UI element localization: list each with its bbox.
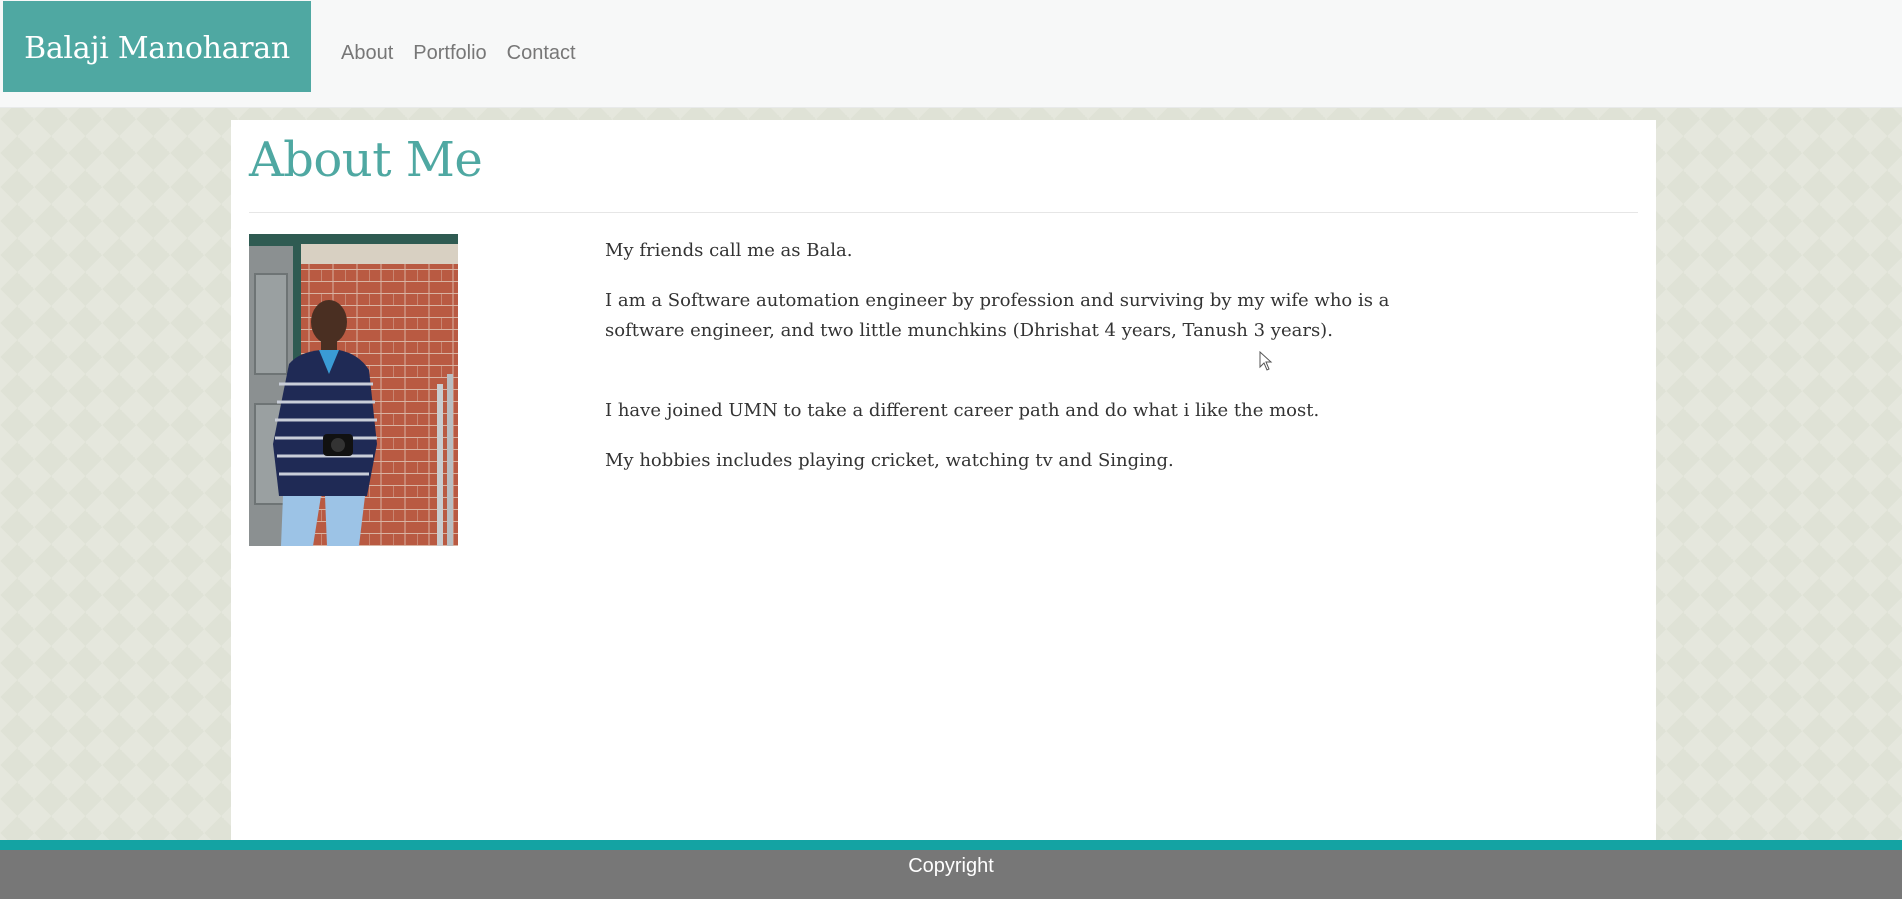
mouse-pointer-icon bbox=[1259, 351, 1273, 371]
profile-photo bbox=[249, 234, 458, 546]
bio-text: My friends call me as Bala. I am a Softw… bbox=[605, 236, 1405, 496]
nav-link-portfolio[interactable]: Portfolio bbox=[413, 42, 486, 65]
profile-photo-graphic bbox=[249, 234, 458, 546]
content-panel: About Me My friends call me as Bala. I a… bbox=[231, 120, 1656, 840]
bio-paragraph-4: My hobbies includes playing cricket, wat… bbox=[605, 450, 1174, 471]
title-divider bbox=[249, 212, 1638, 213]
nav-link-contact[interactable]: Contact bbox=[507, 42, 576, 65]
nav-menu: About Portfolio Contact bbox=[341, 42, 596, 65]
page-title: About Me bbox=[249, 132, 483, 188]
navbar: Balaji Manoharan About Portfolio Contact bbox=[0, 0, 1902, 108]
brand-link[interactable]: Balaji Manoharan bbox=[3, 1, 311, 92]
bio-paragraph-1: My friends call me as Bala. bbox=[605, 240, 853, 261]
footer-copyright: Copyright bbox=[908, 855, 994, 877]
footer: Copyright bbox=[0, 850, 1902, 899]
bio-paragraph-3: I have joined UMN to take a different ca… bbox=[605, 400, 1320, 421]
nav-link-about[interactable]: About bbox=[341, 42, 393, 65]
bio-paragraph-2: I am a Software automation engineer by p… bbox=[605, 290, 1390, 341]
footer-stripe bbox=[0, 840, 1902, 850]
